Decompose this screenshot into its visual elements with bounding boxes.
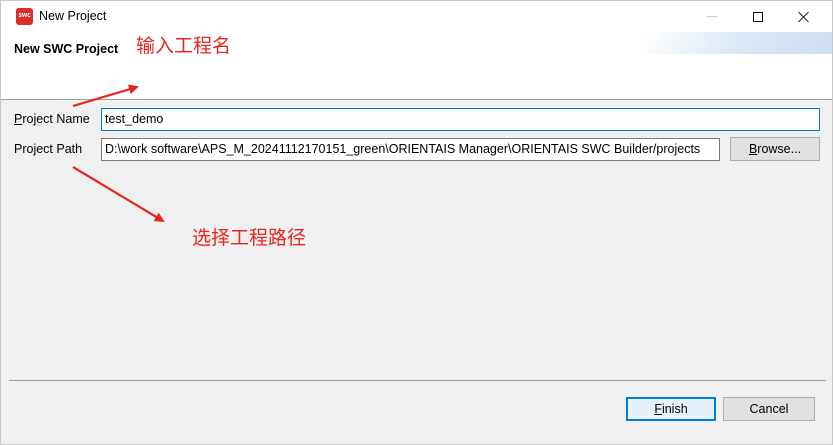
project-path-input[interactable]: D:\work software\APS_M_20241112170151_gr…: [101, 138, 720, 161]
finish-label: inish: [661, 402, 688, 416]
title-bar[interactable]: SWC New Project: [1, 1, 832, 32]
close-icon: [798, 11, 810, 23]
finish-button[interactable]: Finish: [626, 397, 716, 421]
browse-label: rowse...: [757, 142, 802, 156]
maximize-icon: [753, 11, 763, 22]
maximize-button[interactable]: [735, 1, 781, 32]
close-button[interactable]: [781, 1, 827, 32]
arrow-to-path-hint: [72, 166, 165, 223]
project-name-input[interactable]: test_demo: [101, 108, 820, 131]
swc-app-icon: SWC: [16, 8, 33, 25]
browse-mnemonic: B: [748, 142, 758, 156]
new-project-dialog: SWC New Project New SWC Project Project …: [0, 0, 833, 445]
project-name-label: Project Name: [14, 112, 90, 126]
cancel-button[interactable]: Cancel: [723, 397, 815, 421]
minimize-button[interactable]: [689, 1, 735, 32]
page-title: New SWC Project: [14, 42, 119, 56]
minimize-icon: [707, 16, 717, 17]
annotation-path-hint: 选择工程路径: [192, 227, 307, 249]
window-title: New Project: [39, 9, 107, 23]
finish-mnemonic: F: [654, 402, 662, 416]
banner-decoration: [637, 32, 832, 54]
footer-divider: [9, 380, 826, 381]
project-name-label-text: roject Name: [22, 112, 90, 126]
header-banner: New SWC Project: [1, 32, 832, 100]
browse-button[interactable]: Browse...: [730, 137, 820, 161]
project-path-label: Project Path: [14, 142, 83, 156]
annotation-name-hint: 输入工程名: [136, 35, 232, 57]
